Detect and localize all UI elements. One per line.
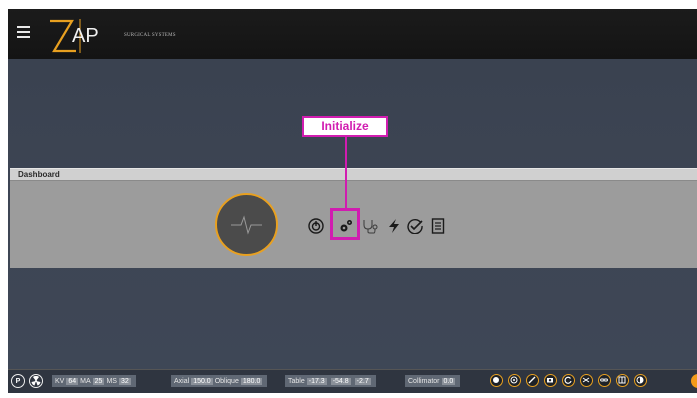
- angle-fields: Axial 150.0 Oblique 180.0: [171, 375, 268, 387]
- ma-value: 25: [92, 377, 105, 385]
- table-x-value: -17.3: [306, 377, 327, 385]
- ms-label: MS: [106, 377, 117, 385]
- lightning-icon[interactable]: [386, 218, 402, 234]
- callout-connector-line: [345, 137, 347, 209]
- scissors-button[interactable]: [580, 374, 593, 387]
- link-button[interactable]: [598, 374, 611, 387]
- collimator-label: Collimator: [408, 377, 440, 385]
- radiation-icon: [31, 376, 41, 386]
- split-view-button[interactable]: [616, 374, 629, 387]
- pen-button[interactable]: [526, 374, 539, 387]
- power-icon[interactable]: [308, 218, 324, 234]
- logo-subtitle: SURGICAL SYSTEMS: [124, 33, 176, 38]
- callout-highlight-box: [330, 208, 360, 240]
- kv-value: 64: [66, 377, 79, 385]
- axial-label: Axial: [174, 377, 190, 385]
- collimator-value: 0.0: [441, 377, 456, 385]
- refresh-button[interactable]: [562, 374, 575, 387]
- ma-label: MA: [80, 377, 91, 385]
- refresh-icon: [564, 376, 572, 384]
- ms-value: 32: [118, 377, 131, 385]
- table-y-value: -54.8: [330, 377, 351, 385]
- document-icon[interactable]: [430, 218, 446, 234]
- dashboard-title: Dashboard: [18, 170, 60, 179]
- hamburger-menu-icon[interactable]: [17, 26, 30, 40]
- head-view-button[interactable]: [490, 374, 503, 387]
- table-fields: Table -17.3 -54.8 -2.7: [285, 375, 376, 387]
- waveform-icon: [231, 215, 262, 235]
- camera-button[interactable]: [544, 374, 557, 387]
- scissors-icon: [582, 377, 590, 383]
- target-button[interactable]: [508, 374, 521, 387]
- contrast-button[interactable]: [634, 374, 647, 387]
- collimator-fields: Collimator 0.0: [405, 375, 461, 387]
- stethoscope-icon[interactable]: [362, 218, 378, 234]
- table-label: Table: [288, 377, 305, 385]
- status-bar: P KV 64 MA 25 MS 32 Axial 150.0 Oblique …: [8, 369, 697, 393]
- contrast-icon: [636, 376, 644, 384]
- split-view-icon: [618, 376, 626, 384]
- axial-value: 150.0: [191, 377, 213, 385]
- head-icon: [493, 377, 499, 383]
- oblique-value: 180.0: [240, 377, 263, 385]
- zap-logo: AP SURGICAL SYSTEMS: [46, 15, 176, 57]
- dashboard-title-bar: Dashboard: [10, 168, 697, 180]
- status-indicator-dot: [691, 374, 697, 388]
- target-icon: [510, 376, 518, 384]
- camera-icon: [547, 378, 553, 383]
- exposure-fields: KV 64 MA 25 MS 32: [52, 375, 136, 387]
- kv-label: KV: [55, 377, 65, 385]
- logo-text: AP: [72, 25, 99, 47]
- pen-icon: [528, 376, 536, 384]
- radiation-button[interactable]: [29, 374, 43, 388]
- top-strip: [0, 0, 697, 9]
- link-icon: [600, 378, 608, 382]
- initialize-callout-label: Initialize: [304, 118, 386, 135]
- app-header: AP SURGICAL SYSTEMS: [8, 9, 697, 59]
- table-z-value: -2.7: [354, 377, 371, 385]
- status-waveform-indicator: [215, 193, 278, 256]
- check-circle-icon[interactable]: [407, 218, 423, 234]
- p-button[interactable]: P: [11, 374, 25, 388]
- initialize-callout: Initialize: [302, 116, 388, 137]
- oblique-label: Oblique: [214, 377, 239, 385]
